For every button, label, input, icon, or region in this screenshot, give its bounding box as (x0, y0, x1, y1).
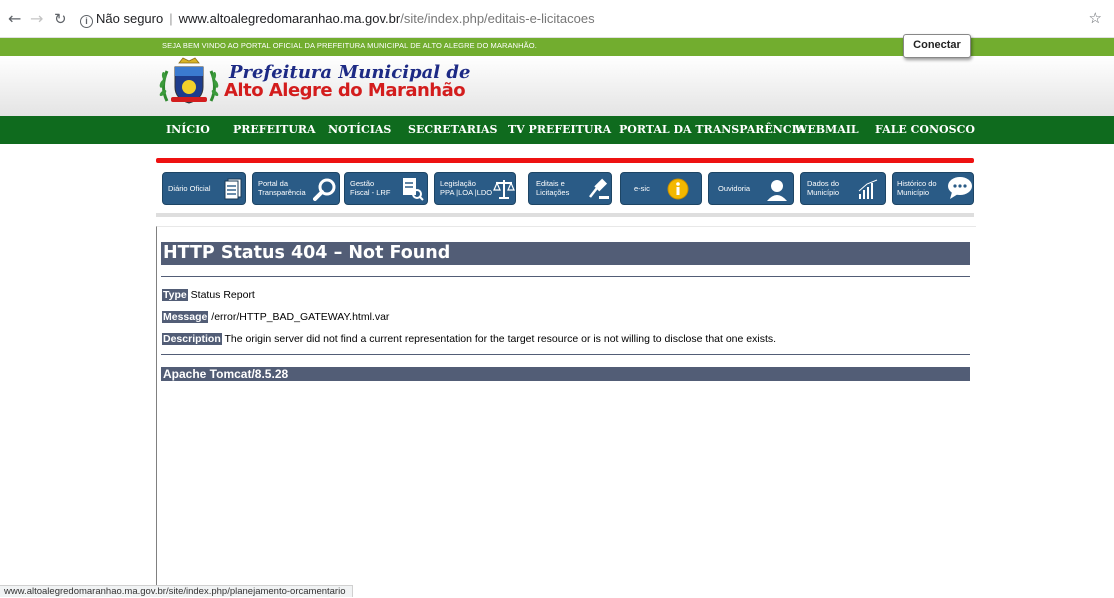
server-signature: Apache Tomcat/8.5.28 (161, 367, 970, 381)
quick-link-label: Ouvidoria (718, 184, 751, 193)
error-type-label: Type (162, 289, 188, 301)
error-description-row: Description The origin server did not fi… (162, 333, 776, 345)
error-title: HTTP Status 404 – Not Found (161, 242, 970, 265)
chat-bubble-icon (948, 177, 972, 199)
quick-link-ouvidoria[interactable]: Ouvidoria (708, 172, 794, 205)
main-nav: INÍCIO PREFEITURA NOTÍCIAS SECRETARIAS T… (0, 116, 1114, 144)
forward-arrow-icon[interactable]: → (30, 10, 43, 28)
nav-item-inicio[interactable]: INÍCIO (166, 123, 210, 136)
quick-links-shelf (156, 213, 974, 217)
accent-divider (156, 158, 974, 163)
error-description-label: Description (162, 333, 222, 345)
quick-link-label-line1: Portal da (258, 179, 289, 188)
quick-link-label-line1: Histórico do (897, 179, 937, 188)
reload-icon[interactable]: ↻ (54, 10, 67, 28)
quick-link-label-line1: Editais e (536, 179, 565, 188)
quick-link-gestao-fiscal[interactable]: Gestão Fiscal - LRF (344, 172, 428, 205)
quick-link-historico-municipio[interactable]: Histórico do Município (892, 172, 974, 205)
gavel-icon (589, 178, 609, 199)
error-type-row: Type Status Report (162, 289, 255, 301)
nav-item-tv-prefeitura[interactable]: TV PREFEITURA (508, 123, 611, 136)
address-bar[interactable]: i Não seguro | www.altoalegredomaranhao.ma.… (80, 8, 1080, 30)
url-path: /site/index.php/editais-e-licitacoes (400, 11, 595, 26)
back-arrow-icon[interactable]: ← (8, 10, 21, 28)
info-icon (667, 178, 689, 200)
quick-link-label-line2: Transparência (258, 188, 306, 197)
quick-link-label-line1: Dados do (807, 179, 840, 188)
quick-link-label-line2: PPA |LOA |LDO (440, 188, 493, 197)
person-icon (767, 180, 787, 201)
document-icon (224, 178, 242, 200)
welcome-text: SEJA BEM VINDO AO PORTAL OFICIAL DA PREF… (162, 41, 537, 50)
bar-chart-icon (858, 179, 878, 199)
quick-link-label-line2: Fiscal - LRF (350, 188, 391, 197)
quick-link-label-line1: Legislação (440, 179, 476, 188)
quick-link-editais-licitacoes[interactable]: Editais e Licitações (528, 172, 612, 205)
nav-item-noticias[interactable]: NOTÍCIAS (328, 123, 391, 136)
url-host: www.altoalegredomaranhao.ma.gov.br (178, 11, 401, 26)
magnifier-icon (313, 178, 336, 201)
quick-link-label: e-sic (634, 184, 650, 193)
nav-item-secretarias[interactable]: SECRETARIAS (408, 123, 498, 136)
nav-item-prefeitura[interactable]: PREFEITURA (233, 123, 316, 136)
error-message-row: Message /error/HTTP_BAD_GATEWAY.html.var (162, 311, 389, 323)
error-message-label: Message (162, 311, 209, 323)
quick-link-label-line2: Município (807, 188, 840, 197)
quick-link-dados-municipio[interactable]: Dados do Município (800, 172, 886, 205)
error-message-value: /error/HTTP_BAD_GATEWAY.html.var (208, 311, 390, 323)
security-label: Não seguro (96, 11, 164, 26)
nav-item-portal-transparencia[interactable]: PORTAL DA TRANSPARÊNCIA (619, 123, 805, 136)
error-description-value: The origin server did not find a current… (221, 333, 777, 345)
scales-icon (493, 180, 515, 199)
quick-link-portal-transparencia[interactable]: Portal da Transparência (252, 172, 340, 205)
content-iframe (156, 226, 976, 597)
divider-bottom (161, 354, 970, 355)
info-icon[interactable]: i (80, 15, 93, 28)
error-type-value: Status Report (187, 289, 255, 301)
quick-link-label: Diário Oficial (168, 184, 211, 193)
divider-top (161, 276, 970, 277)
logo-title-line2[interactable]: Alto Alegre do Maranhão (224, 80, 466, 101)
quick-link-e-sic[interactable]: e-sic (620, 172, 702, 205)
bookmark-star-icon[interactable]: ☆ (1089, 9, 1102, 27)
quick-link-label-line1: Gestão (350, 179, 375, 188)
connect-button[interactable]: Conectar (903, 34, 971, 58)
quick-link-label-line2: Município (897, 188, 930, 197)
nav-item-webmail[interactable]: WEBMAIL (795, 123, 859, 136)
quick-link-legislacao[interactable]: Legislação PPA |LOA |LDO (434, 172, 516, 205)
quick-link-diario-oficial[interactable]: Diário Oficial (162, 172, 246, 205)
quick-link-label-line2: Licitações (536, 188, 570, 197)
municipal-emblem-icon[interactable] (157, 57, 221, 107)
browser-toolbar: ← → ↻ i Não seguro | www.altoalegredomaranh… (0, 0, 1114, 38)
search-document-icon (403, 178, 424, 201)
link-status-bubble: www.altoalegredomaranhao.ma.gov.br/site/… (0, 585, 353, 597)
nav-item-fale-conosco[interactable]: FALE CONOSCO (875, 123, 975, 136)
